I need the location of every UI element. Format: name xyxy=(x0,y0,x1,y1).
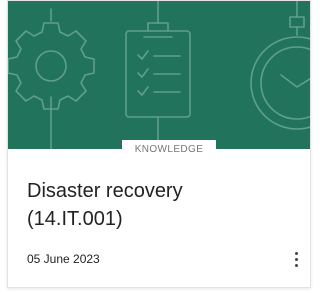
more-options-button[interactable] xyxy=(288,248,304,272)
gear-icon xyxy=(8,8,95,149)
clipboard-checklist-icon xyxy=(125,1,191,149)
card-title-line-1: Disaster recovery xyxy=(27,180,183,202)
stopwatch-icon xyxy=(250,1,310,130)
banner-illustration xyxy=(8,1,310,149)
card-banner xyxy=(8,1,310,149)
knowledge-card[interactable]: KNOWLEDGE Disaster recovery (14.IT.001) … xyxy=(7,0,311,288)
more-vertical-icon xyxy=(295,252,298,255)
category-badge: KNOWLEDGE xyxy=(122,140,216,160)
card-title[interactable]: Disaster recovery (14.IT.001) xyxy=(27,177,297,233)
more-vertical-icon-dot xyxy=(295,258,298,261)
card-date: 05 June 2023 xyxy=(27,252,100,266)
card-title-line-2: (14.IT.001) xyxy=(27,208,123,230)
more-vertical-icon-dot xyxy=(295,264,298,267)
